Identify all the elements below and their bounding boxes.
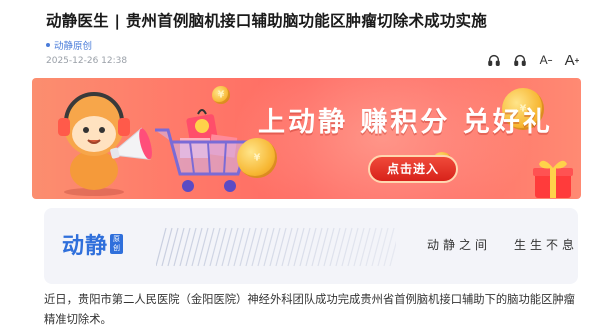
source-label: 动静原创: [54, 41, 93, 52]
brand-card: 动静 原创 动静之间 生生不息: [44, 208, 578, 284]
brand-logo: 动静 原创: [62, 228, 124, 260]
mascot-illustration: [58, 92, 152, 196]
source-dot-icon: [46, 43, 50, 47]
article-source[interactable]: 动静原创: [46, 38, 92, 52]
original-tag: 原创: [110, 234, 124, 254]
points-promo-banner[interactable]: 上动静 赚积分 兑好礼 点击进入: [32, 78, 581, 199]
enter-button[interactable]: 点击进入: [368, 155, 458, 183]
gift-box-icon: [533, 160, 573, 198]
publish-date: 2025-12-26 12:38: [46, 56, 128, 66]
coin-icon: [237, 138, 277, 178]
headphones-icon[interactable]: [486, 52, 502, 68]
article-title: 动静医生 | 贵州首例脑机接口辅助脑功能区肿瘤切除术成功实施: [46, 12, 487, 30]
font-larger-button[interactable]: A +: [564, 52, 580, 69]
headphones-icon[interactable]: [512, 52, 528, 68]
decorative-stripes: [156, 227, 396, 267]
slogan-right: 生生不息: [514, 238, 578, 252]
slogan-left: 动静之间: [427, 238, 492, 252]
banner-headline: 上动静 赚积分 兑好礼: [258, 107, 553, 138]
article-paragraph: 近日，贵阳市第二人民医院（金阳医院）神经外科团队成功完成贵州省首例脑机接口辅助下…: [44, 293, 575, 326]
reading-toolbar: A − A +: [486, 52, 580, 69]
coin-icon: [212, 86, 230, 104]
font-smaller-button[interactable]: A −: [538, 52, 554, 68]
